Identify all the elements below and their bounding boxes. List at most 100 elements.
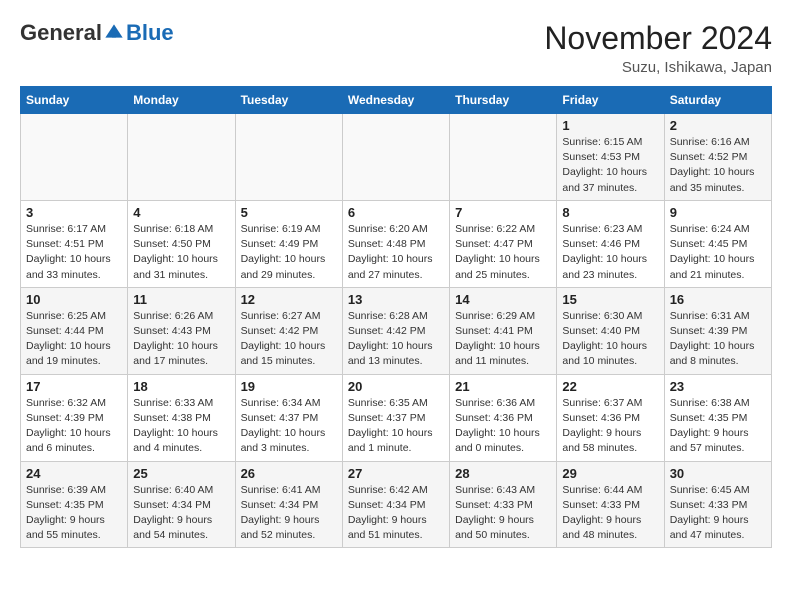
calendar-week-row: 3 Sunrise: 6:17 AM Sunset: 4:51 PM Daylig… xyxy=(21,200,772,287)
day-number: 18 xyxy=(133,379,229,394)
calendar-cell: 25Sunrise: 6:40 AM Sunset: 4:34 PM Dayli… xyxy=(128,461,235,548)
calendar-cell: 11 Sunrise: 6:26 AM Sunset: 4:43 PM Dayli… xyxy=(128,287,235,374)
day-number: 30 xyxy=(670,466,766,481)
day-number: 11 xyxy=(133,292,229,307)
day-detail: Sunrise: 6:33 AM Sunset: 4:38 PM Dayligh… xyxy=(133,396,229,457)
day-detail: Sunrise: 6:18 AM Sunset: 4:50 PM Dayligh… xyxy=(133,222,229,283)
month-title: November 2024 xyxy=(544,20,772,57)
day-number: 29 xyxy=(562,466,658,481)
calendar-cell: 21Sunrise: 6:36 AM Sunset: 4:36 PM Dayli… xyxy=(450,374,557,461)
calendar-cell: 17 Sunrise: 6:32 AM Sunset: 4:39 PM Dayli… xyxy=(21,374,128,461)
day-number: 12 xyxy=(241,292,337,307)
day-number: 5 xyxy=(241,205,337,220)
day-number: 4 xyxy=(133,205,229,220)
day-number: 16 xyxy=(670,292,766,307)
day-number: 2 xyxy=(670,118,766,133)
calendar-cell: 1Sunrise: 6:15 AM Sunset: 4:53 PM Daylig… xyxy=(557,114,664,201)
day-number: 14 xyxy=(455,292,551,307)
day-number: 6 xyxy=(348,205,444,220)
day-number: 17 xyxy=(26,379,122,394)
title-block: November 2024 Suzu, Ishikawa, Japan xyxy=(544,20,772,76)
day-detail: Sunrise: 6:16 AM Sunset: 4:52 PM Dayligh… xyxy=(670,135,766,196)
calendar-cell xyxy=(342,114,449,201)
day-number: 8 xyxy=(562,205,658,220)
day-number: 3 xyxy=(26,205,122,220)
calendar-week-row: 1Sunrise: 6:15 AM Sunset: 4:53 PM Daylig… xyxy=(21,114,772,201)
day-detail: Sunrise: 6:30 AM Sunset: 4:40 PM Dayligh… xyxy=(562,309,658,370)
calendar-cell: 19 Sunrise: 6:34 AM Sunset: 4:37 PM Dayli… xyxy=(235,374,342,461)
day-detail: Sunrise: 6:25 AM Sunset: 4:44 PM Dayligh… xyxy=(26,309,122,370)
day-detail: Sunrise: 6:29 AM Sunset: 4:41 PM Dayligh… xyxy=(455,309,551,370)
calendar-body: 1Sunrise: 6:15 AM Sunset: 4:53 PM Daylig… xyxy=(21,114,772,548)
calendar-cell: 16 Sunrise: 6:31 AM Sunset: 4:39 PM Dayli… xyxy=(664,287,771,374)
calendar-cell: 3 Sunrise: 6:17 AM Sunset: 4:51 PM Daylig… xyxy=(21,200,128,287)
day-detail: Sunrise: 6:19 AM Sunset: 4:49 PM Dayligh… xyxy=(241,222,337,283)
calendar-cell: 27 Sunrise: 6:42 AM Sunset: 4:34 PM Dayli… xyxy=(342,461,449,548)
day-detail: Sunrise: 6:27 AM Sunset: 4:42 PM Dayligh… xyxy=(241,309,337,370)
day-detail: Sunrise: 6:43 AM Sunset: 4:33 PM Dayligh… xyxy=(455,483,551,544)
calendar-cell xyxy=(450,114,557,201)
day-detail: Sunrise: 6:41 AM Sunset: 4:34 PM Dayligh… xyxy=(241,483,337,544)
day-number: 25 xyxy=(133,466,229,481)
calendar-cell xyxy=(128,114,235,201)
day-number: 27 xyxy=(348,466,444,481)
day-detail: Sunrise: 6:24 AM Sunset: 4:45 PM Dayligh… xyxy=(670,222,766,283)
day-detail: Sunrise: 6:22 AM Sunset: 4:47 PM Dayligh… xyxy=(455,222,551,283)
calendar-cell: 13Sunrise: 6:28 AM Sunset: 4:42 PM Dayli… xyxy=(342,287,449,374)
day-detail: Sunrise: 6:34 AM Sunset: 4:37 PM Dayligh… xyxy=(241,396,337,457)
calendar-week-row: 24 Sunrise: 6:39 AM Sunset: 4:35 PM Dayli… xyxy=(21,461,772,548)
day-number: 1 xyxy=(562,118,658,133)
day-detail: Sunrise: 6:23 AM Sunset: 4:46 PM Dayligh… xyxy=(562,222,658,283)
day-detail: Sunrise: 6:37 AM Sunset: 4:36 PM Dayligh… xyxy=(562,396,658,457)
day-detail: Sunrise: 6:17 AM Sunset: 4:51 PM Dayligh… xyxy=(26,222,122,283)
day-number: 22 xyxy=(562,379,658,394)
location: Suzu, Ishikawa, Japan xyxy=(544,59,772,76)
calendar-header-row: SundayMondayTuesdayWednesdayThursdayFrid… xyxy=(21,87,772,114)
calendar-cell: 6 Sunrise: 6:20 AM Sunset: 4:48 PM Daylig… xyxy=(342,200,449,287)
day-number: 19 xyxy=(241,379,337,394)
calendar-cell: 22 Sunrise: 6:37 AM Sunset: 4:36 PM Dayli… xyxy=(557,374,664,461)
column-header-thursday: Thursday xyxy=(450,87,557,114)
day-number: 24 xyxy=(26,466,122,481)
calendar-cell: 30 Sunrise: 6:45 AM Sunset: 4:33 PM Dayli… xyxy=(664,461,771,548)
calendar-cell: 14 Sunrise: 6:29 AM Sunset: 4:41 PM Dayli… xyxy=(450,287,557,374)
calendar-table: SundayMondayTuesdayWednesdayThursdayFrid… xyxy=(20,86,772,548)
day-detail: Sunrise: 6:36 AM Sunset: 4:36 PM Dayligh… xyxy=(455,396,551,457)
column-header-saturday: Saturday xyxy=(664,87,771,114)
day-detail: Sunrise: 6:44 AM Sunset: 4:33 PM Dayligh… xyxy=(562,483,658,544)
day-number: 10 xyxy=(26,292,122,307)
logo-icon xyxy=(104,23,124,43)
day-number: 9 xyxy=(670,205,766,220)
calendar-cell: 23 Sunrise: 6:38 AM Sunset: 4:35 PM Dayli… xyxy=(664,374,771,461)
calendar-cell: 10 Sunrise: 6:25 AM Sunset: 4:44 PM Dayli… xyxy=(21,287,128,374)
logo-general: General xyxy=(20,20,102,46)
day-detail: Sunrise: 6:39 AM Sunset: 4:35 PM Dayligh… xyxy=(26,483,122,544)
day-detail: Sunrise: 6:20 AM Sunset: 4:48 PM Dayligh… xyxy=(348,222,444,283)
column-header-sunday: Sunday xyxy=(21,87,128,114)
calendar-cell: 4 Sunrise: 6:18 AM Sunset: 4:50 PM Daylig… xyxy=(128,200,235,287)
day-detail: Sunrise: 6:32 AM Sunset: 4:39 PM Dayligh… xyxy=(26,396,122,457)
column-header-wednesday: Wednesday xyxy=(342,87,449,114)
calendar-cell: 5 Sunrise: 6:19 AM Sunset: 4:49 PM Daylig… xyxy=(235,200,342,287)
day-number: 13 xyxy=(348,292,444,307)
calendar-cell: 7Sunrise: 6:22 AM Sunset: 4:47 PM Daylig… xyxy=(450,200,557,287)
calendar-cell: 8 Sunrise: 6:23 AM Sunset: 4:46 PM Daylig… xyxy=(557,200,664,287)
column-header-monday: Monday xyxy=(128,87,235,114)
page-header: General Blue November 2024 Suzu, Ishikaw… xyxy=(20,20,772,76)
day-detail: Sunrise: 6:42 AM Sunset: 4:34 PM Dayligh… xyxy=(348,483,444,544)
day-detail: Sunrise: 6:31 AM Sunset: 4:39 PM Dayligh… xyxy=(670,309,766,370)
calendar-cell: 24 Sunrise: 6:39 AM Sunset: 4:35 PM Dayli… xyxy=(21,461,128,548)
logo-blue: Blue xyxy=(126,20,174,46)
day-detail: Sunrise: 6:26 AM Sunset: 4:43 PM Dayligh… xyxy=(133,309,229,370)
calendar-cell xyxy=(235,114,342,201)
day-detail: Sunrise: 6:38 AM Sunset: 4:35 PM Dayligh… xyxy=(670,396,766,457)
day-number: 26 xyxy=(241,466,337,481)
day-number: 20 xyxy=(348,379,444,394)
day-detail: Sunrise: 6:35 AM Sunset: 4:37 PM Dayligh… xyxy=(348,396,444,457)
logo: General Blue xyxy=(20,20,174,46)
day-number: 23 xyxy=(670,379,766,394)
day-number: 15 xyxy=(562,292,658,307)
day-detail: Sunrise: 6:45 AM Sunset: 4:33 PM Dayligh… xyxy=(670,483,766,544)
calendar-cell: 9 Sunrise: 6:24 AM Sunset: 4:45 PM Daylig… xyxy=(664,200,771,287)
calendar-cell: 28Sunrise: 6:43 AM Sunset: 4:33 PM Dayli… xyxy=(450,461,557,548)
